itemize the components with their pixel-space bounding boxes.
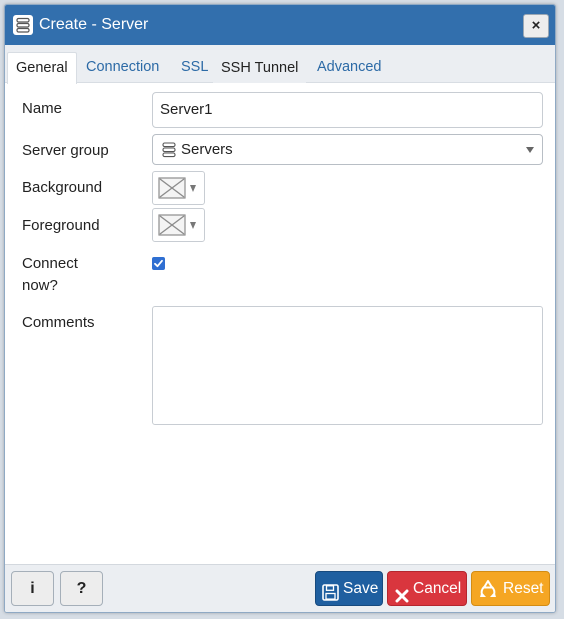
save-button[interactable]: Save: [315, 571, 383, 606]
dropdown-caret-icon: [190, 222, 196, 229]
tab-connection[interactable]: Connection: [78, 52, 167, 83]
info-button[interactable]: i: [11, 571, 54, 606]
server-group-icon: [162, 142, 176, 163]
save-label: Save: [343, 580, 379, 597]
x-icon: [395, 582, 409, 615]
reset-button[interactable]: Reset: [471, 571, 550, 606]
empty-color-swatch-icon: [158, 214, 186, 241]
cancel-button[interactable]: Cancel: [387, 571, 467, 606]
comments-label: Comments: [22, 314, 95, 331]
floppy-disk-icon: [322, 580, 339, 613]
connect-now-label-line1: Connect: [22, 255, 78, 272]
name-label: Name: [22, 100, 63, 117]
dialog-title: Create - Server: [39, 16, 149, 33]
empty-color-swatch-icon: [158, 177, 186, 204]
checkmark-icon: [154, 259, 163, 268]
dropdown-caret-icon: [190, 185, 196, 192]
tab-advanced[interactable]: Advanced: [309, 52, 390, 83]
tab-bar: General Connection SSL SSH Tunnel Advanc…: [5, 45, 555, 84]
help-button[interactable]: ?: [60, 571, 103, 606]
comments-textarea[interactable]: [152, 306, 543, 425]
tab-general[interactable]: General: [7, 52, 77, 84]
background-color-picker[interactable]: [152, 171, 205, 205]
tab-ssl[interactable]: SSL: [173, 52, 216, 83]
reset-label: Reset: [503, 580, 544, 597]
chevron-down-icon: [526, 147, 534, 153]
server-icon: [13, 15, 33, 35]
background-label: Background: [22, 179, 103, 196]
server-group-label: Server group: [22, 142, 109, 159]
close-button[interactable]: ×: [523, 14, 549, 38]
server-group-value: Servers: [181, 141, 233, 158]
info-icon: i: [30, 580, 35, 597]
create-server-dialog: Create - Server × General Connection SSL…: [4, 4, 556, 613]
dialog-titlebar[interactable]: Create - Server ×: [5, 5, 555, 45]
tab-ssh-tunnel[interactable]: SSH Tunnel: [213, 53, 307, 83]
dialog-footer: i ? Save Cancel Reset: [5, 564, 555, 612]
foreground-color-picker[interactable]: [152, 208, 205, 242]
cancel-label: Cancel: [413, 580, 462, 597]
recycle-icon: [478, 578, 498, 611]
server-group-select[interactable]: Servers: [152, 134, 543, 165]
name-input[interactable]: Server1: [152, 92, 543, 128]
connect-now-checkbox[interactable]: [152, 257, 165, 270]
close-icon: ×: [531, 17, 541, 34]
help-icon: ?: [76, 580, 87, 597]
foreground-label: Foreground: [22, 217, 100, 234]
connect-now-label-line2: now?: [22, 277, 58, 294]
